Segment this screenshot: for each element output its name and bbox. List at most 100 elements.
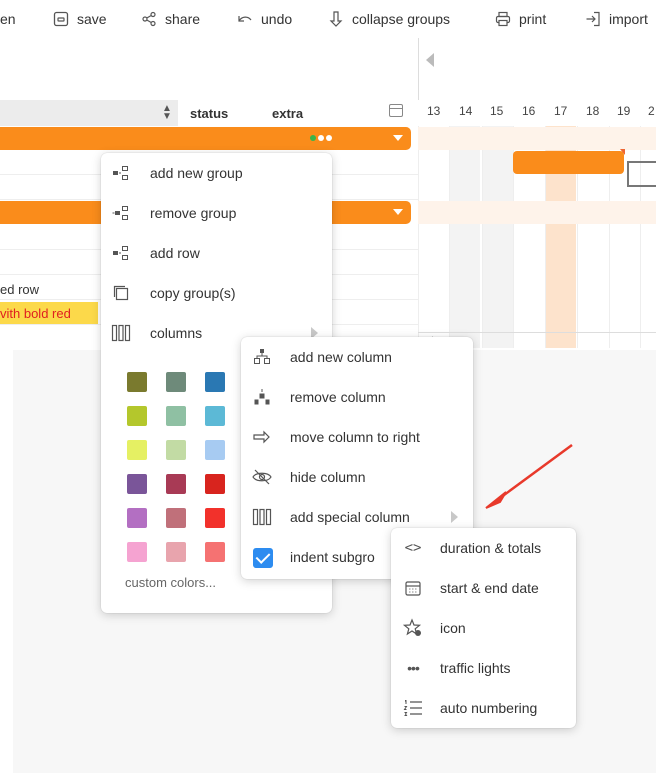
collapse-groups-label: collapse groups (352, 11, 451, 27)
menu-item-icon[interactable]: icon (391, 608, 576, 648)
share-label: share (165, 11, 201, 27)
add-column-icon (252, 347, 272, 367)
undo-icon (236, 10, 254, 28)
dependency-connector (627, 161, 656, 187)
menu-item-label: columns (150, 325, 203, 341)
day-column (418, 126, 449, 348)
collapse-icon (327, 10, 345, 28)
color-swatch[interactable] (205, 406, 225, 426)
special-column-submenu: <> duration & totals start & end date ic… (391, 528, 576, 728)
menu-item-hide-column[interactable]: hide column (241, 457, 473, 497)
bold-red-row-label[interactable]: vith bold red (0, 306, 71, 321)
collapse-groups-button[interactable]: collapse groups (327, 0, 450, 38)
menu-item-add-new-group[interactable]: add new group (101, 153, 332, 193)
color-swatch[interactable] (127, 508, 147, 528)
color-swatch[interactable] (205, 372, 225, 392)
color-swatch[interactable] (166, 508, 186, 528)
columns-icon (111, 323, 131, 343)
color-swatch[interactable] (127, 474, 147, 494)
color-swatch[interactable] (127, 406, 147, 426)
remove-group-icon (111, 203, 131, 223)
group-timeline-row (418, 201, 656, 224)
color-swatch[interactable] (127, 440, 147, 460)
extra-column-header[interactable]: extra (272, 106, 303, 121)
share-button[interactable]: share (140, 0, 200, 38)
code-icon: <> (404, 540, 422, 556)
timeline-scroll-area (418, 38, 656, 100)
print-label: print (519, 11, 547, 27)
menu-item-duration-totals[interactable]: <> duration & totals (391, 528, 576, 568)
menu-item-label: add new group (150, 165, 243, 181)
day-label: 15 (490, 104, 504, 118)
menu-item-label: start & end date (440, 580, 539, 596)
share-icon (140, 10, 158, 28)
chevron-down-icon[interactable] (393, 209, 403, 215)
menu-item-label: move column to right (290, 429, 420, 445)
menu-item-add-row[interactable]: add row (101, 233, 332, 273)
row-label[interactable]: ed row (0, 282, 39, 297)
group-timeline-row (418, 127, 656, 150)
arrow-right-icon (252, 427, 272, 447)
day-column (482, 126, 513, 348)
save-button[interactable]: save (52, 0, 107, 38)
menu-item-auto-numbering[interactable]: auto numbering (391, 688, 576, 728)
day-label: 17 (554, 104, 568, 118)
menu-item-label: add row (150, 245, 200, 261)
save-icon (52, 10, 70, 28)
remove-column-icon (252, 387, 272, 407)
save-label: save (77, 11, 107, 27)
menu-item-remove-group[interactable]: remove group (101, 193, 332, 233)
toolbar-label: en (0, 11, 16, 27)
custom-colors-link[interactable]: custom colors... (125, 575, 216, 590)
color-swatch[interactable] (166, 372, 186, 392)
add-row-icon (111, 243, 131, 263)
color-swatch[interactable] (205, 474, 225, 494)
traffic-lights[interactable] (310, 135, 332, 141)
menu-item-start-end-date[interactable]: start & end date (391, 568, 576, 608)
day-column (640, 126, 656, 348)
color-swatch[interactable] (166, 440, 186, 460)
calendar-icon (403, 578, 423, 598)
columns-icon (252, 507, 272, 527)
eye-off-icon (252, 467, 272, 487)
day-label: 13 (427, 104, 441, 118)
undo-button[interactable]: undo (236, 0, 292, 38)
color-swatch[interactable] (205, 542, 225, 562)
name-column-header[interactable] (0, 100, 178, 126)
menu-item-label: add special column (290, 509, 410, 525)
gantt-task-bar[interactable] (513, 151, 624, 174)
menu-item-label: hide column (290, 469, 366, 485)
print-icon (494, 10, 512, 28)
color-swatch[interactable] (127, 372, 147, 392)
status-column-header[interactable]: status (190, 106, 228, 121)
color-swatch[interactable] (166, 406, 186, 426)
menu-item-traffic-lights[interactable]: ••• traffic lights (391, 648, 576, 688)
color-swatch[interactable] (205, 508, 225, 528)
menu-item-label: traffic lights (440, 660, 511, 676)
calendar-icon[interactable] (389, 104, 403, 117)
deadline-marker (620, 149, 625, 155)
import-button[interactable]: import (584, 0, 648, 38)
scroll-left-icon[interactable] (426, 53, 434, 67)
day-label: 19 (617, 104, 631, 118)
menu-item-remove-column[interactable]: remove column (241, 377, 473, 417)
annotation-arrow (485, 443, 573, 509)
menu-item-move-column-right[interactable]: move column to right (241, 417, 473, 457)
color-swatch[interactable] (127, 542, 147, 562)
add-group-icon (111, 163, 131, 183)
color-swatch[interactable] (166, 542, 186, 562)
day-label: 18 (586, 104, 600, 118)
toolbar-item-en[interactable]: en (0, 0, 16, 38)
sort-icon[interactable]: ▲ ▼ (162, 104, 172, 122)
menu-item-copy-groups[interactable]: copy group(s) (101, 273, 332, 313)
chevron-down-icon[interactable] (393, 135, 403, 141)
menu-item-add-new-column[interactable]: add new column (241, 337, 473, 377)
menu-item-label: remove column (290, 389, 386, 405)
menu-item-label: add new column (290, 349, 392, 365)
import-icon (584, 10, 602, 28)
print-button[interactable]: print (494, 0, 546, 38)
checkbox-icon[interactable] (253, 548, 273, 568)
color-swatch[interactable] (166, 474, 186, 494)
color-swatch[interactable] (205, 440, 225, 460)
group-row[interactable] (0, 127, 411, 150)
